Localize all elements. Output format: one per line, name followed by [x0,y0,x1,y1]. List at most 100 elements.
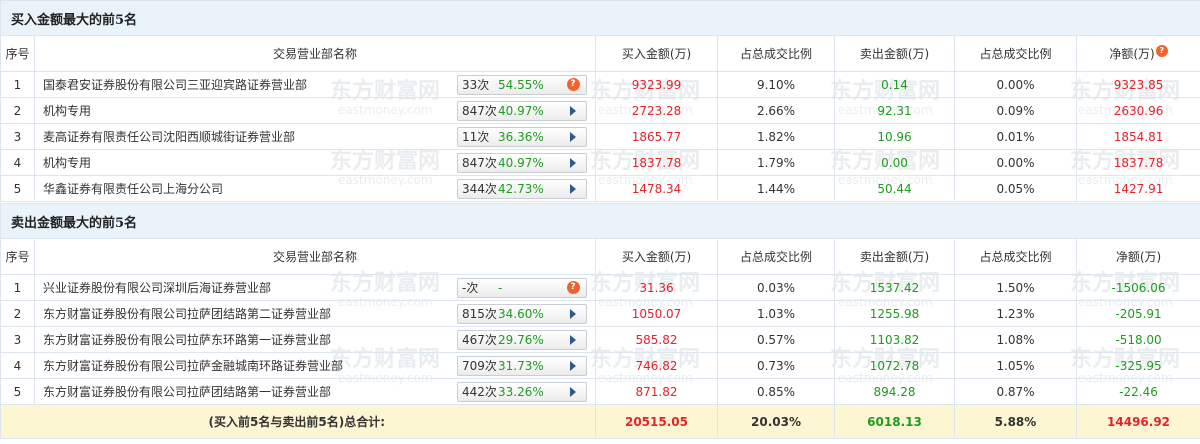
net-amount: 9323.85 [1075,71,1200,98]
branch-stats-control[interactable] [560,105,586,116]
sell-ratio: 0.01% [954,123,1077,150]
header-net-amount: 净额(万)? [1075,35,1200,72]
branch-trade-count: 33次 [462,78,490,92]
question-icon[interactable]: ? [566,78,580,91]
branch-cell: 东方财富证券股份有限公司拉萨金融城南环路证券营业部 709次 31.73% [34,352,596,379]
triangle-right-icon[interactable] [570,360,576,371]
buy-ratio: 0.73% [717,352,835,379]
triangle-right-icon[interactable] [570,386,576,397]
branch-stats-control[interactable] [560,334,586,345]
branch-win-rate: 29.76% [498,332,544,347]
triangle-right-icon[interactable] [570,157,576,168]
buy-section-title: 买入金额最大的前5名 [0,0,1200,36]
sell-top5-table: 卖出金额最大的前5名 序号 交易营业部名称 买入金额(万) 占总成交比例 卖出金… [0,203,1200,439]
buy-ratio: 1.03% [717,300,835,327]
sell-ratio: 0.05% [954,175,1077,202]
triangle-right-icon[interactable] [570,334,576,345]
branch-win-rate: 36.36% [498,129,544,144]
buy-header-row: 序号 交易营业部名称 买入金额(万) 占总成交比例 卖出金额(万) 占总成交比例… [0,35,1200,72]
question-icon[interactable]: ? [1155,45,1168,57]
sell-ratio: 1.23% [954,300,1077,327]
branch-name-link[interactable]: 兴业证券股份有限公司深圳后海证券营业部 [39,279,271,296]
row-index: 3 [0,123,35,150]
buy-amount: 1050.07 [595,300,718,327]
branch-stats-control[interactable]: ? [560,281,586,294]
header-branch-name: 交易营业部名称 [34,238,596,275]
branch-name-link[interactable]: 华鑫证券有限责任公司上海分公司 [39,180,223,197]
branch-win-rate: 42.73% [498,181,544,196]
branch-stats-control[interactable] [560,131,586,142]
branch-trade-count: 847次 [462,156,497,170]
branch-trade-count: -次 [462,281,479,295]
branch-name-link[interactable]: 东方财富证券股份有限公司拉萨团结路第一证券营业部 [39,383,331,400]
branch-cell: 国泰君安证券股份有限公司三亚迎宾路证券营业部 33次 54.55%? [34,71,596,98]
branch-stats-control[interactable] [560,157,586,168]
header-net-label: 净额(万) [1109,47,1155,61]
sell-amount: 50.44 [834,175,955,202]
branch-cell: 兴业证券股份有限公司深圳后海证券营业部 -次 -? [34,274,596,301]
triangle-right-icon[interactable] [570,183,576,194]
buy-ratio: 0.57% [717,326,835,353]
buy-amount: 2723.28 [595,97,718,124]
branch-stats-widget[interactable]: -次 -? [457,277,587,298]
branch-stats-widget[interactable]: 11次 36.36% [457,126,587,147]
branch-name-link[interactable]: 机构专用 [39,102,91,119]
sell-ratio: 1.05% [954,352,1077,379]
branch-name-link[interactable]: 东方财富证券股份有限公司拉萨团结路第二证券营业部 [39,305,331,322]
branch-name-link[interactable]: 麦高证券有限责任公司沈阳西顺城街证券营业部 [39,128,295,145]
buy-amount: 1478.34 [595,175,718,202]
buy-ratio: 1.44% [717,175,835,202]
branch-name-link[interactable]: 东方财富证券股份有限公司拉萨东环路第一证券营业部 [39,331,331,348]
branch-trade-count: 442次 [462,385,497,399]
branch-win-rate: 31.73% [498,358,544,373]
sell-header-row: 序号 交易营业部名称 买入金额(万) 占总成交比例 卖出金额(万) 占总成交比例… [0,238,1200,275]
table-row: 3 麦高证券有限责任公司沈阳西顺城街证券营业部 11次 36.36% 1865.77 1.… [0,123,1200,150]
branch-name-link[interactable]: 东方财富证券股份有限公司拉萨金融城南环路证券营业部 [39,357,343,374]
buy-amount: 1837.78 [595,149,718,176]
branch-name-link[interactable]: 国泰君安证券股份有限公司三亚迎宾路证券营业部 [39,76,307,93]
header-index: 序号 [0,35,35,72]
sell-amount: 92.31 [834,97,955,124]
branch-stats-widget[interactable]: 33次 54.55%? [457,74,587,95]
sell-ratio: 1.08% [954,326,1077,353]
grand-total-label-prefix: (买入前5名与卖出前5名) [208,415,345,429]
table-row: 1 兴业证券股份有限公司深圳后海证券营业部 -次 -? 31.36 0.03% 1537.4… [0,274,1200,301]
sell-amount: 894.28 [834,378,955,405]
table-row: 2 东方财富证券股份有限公司拉萨团结路第二证券营业部 815次 34.60% 1050.… [0,300,1200,327]
triangle-right-icon[interactable] [570,105,576,116]
header-sell-ratio: 占总成交比例 [954,238,1077,275]
branch-name-link[interactable]: 机构专用 [39,154,91,171]
row-index: 4 [0,352,35,379]
branch-stats-widget[interactable]: 442次 33.26% [457,381,587,402]
row-index: 3 [0,326,35,353]
branch-win-rate: 40.97% [498,155,544,170]
branch-stats-control[interactable] [560,183,586,194]
triangle-right-icon[interactable] [570,131,576,142]
branch-stats-widget[interactable]: 847次 40.97% [457,100,587,121]
grand-total-label-bold: 总合计: [344,415,385,429]
branch-stats-control[interactable] [560,386,586,397]
question-icon[interactable]: ? [566,281,580,294]
branch-stats-widget[interactable]: 344次 42.73% [457,178,587,199]
buy-ratio: 0.03% [717,274,835,301]
sell-section-title: 卖出金额最大的前5名 [0,203,1200,239]
sell-amount: 1255.98 [834,300,955,327]
sell-ratio: 1.50% [954,274,1077,301]
branch-win-rate: 34.60% [498,306,544,321]
buy-amount: 746.82 [595,352,718,379]
row-index: 2 [0,300,35,327]
triangle-right-icon[interactable] [570,308,576,319]
branch-stats-control[interactable] [560,360,586,371]
branch-trade-count: 11次 [462,130,490,144]
total-buy-amount: 20515.05 [595,404,718,439]
branch-win-rate: - [498,280,503,295]
branch-stats-widget[interactable]: 467次 29.76% [457,329,587,350]
branch-stats-control[interactable]: ? [560,78,586,91]
branch-stats-widget[interactable]: 709次 31.73% [457,355,587,376]
sell-ratio: 0.00% [954,71,1077,98]
branch-stats-control[interactable] [560,308,586,319]
branch-win-rate: 54.55% [498,77,544,92]
branch-cell: 东方财富证券股份有限公司拉萨团结路第一证券营业部 442次 33.26% [34,378,596,405]
branch-stats-widget[interactable]: 847次 40.97% [457,152,587,173]
branch-stats-widget[interactable]: 815次 34.60% [457,303,587,324]
